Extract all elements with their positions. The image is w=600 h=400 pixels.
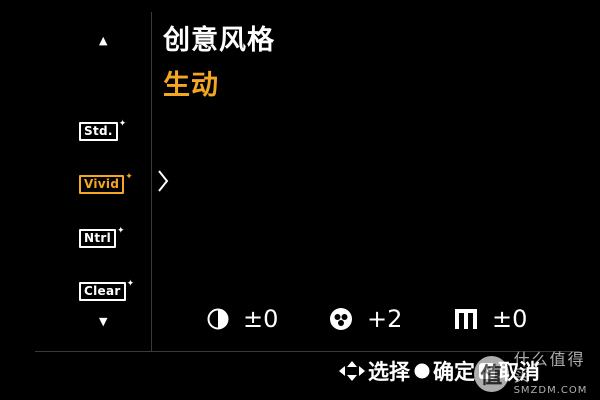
select-label: 选择 xyxy=(368,360,410,384)
style-option-ntrl[interactable]: Ntrl ✦ xyxy=(79,226,125,248)
watermark-en: SMZDM.COM xyxy=(513,385,588,396)
sharpness-param[interactable]: ±0 xyxy=(454,305,527,333)
selected-style-name: 生动 xyxy=(163,70,219,101)
chevron-right-icon[interactable] xyxy=(156,168,170,198)
saturation-icon xyxy=(329,307,353,331)
sharpness-icon xyxy=(454,308,478,330)
sparkle-icon: ✦ xyxy=(125,172,133,182)
dpad-arrows-icon xyxy=(338,360,368,382)
contrast-param[interactable]: ±0 xyxy=(207,305,278,333)
style-option-std[interactable]: Std. ✦ xyxy=(79,119,127,141)
vertical-divider xyxy=(151,12,152,352)
select-hint[interactable]: 选择 xyxy=(338,356,410,386)
style-label: Std. xyxy=(79,121,118,141)
sparkle-icon: ✦ xyxy=(126,279,135,289)
watermark-logo: 值 xyxy=(474,356,509,392)
saturation-value: +2 xyxy=(367,305,403,333)
sparkle-icon: ✦ xyxy=(117,226,125,236)
saturation-param[interactable]: +2 xyxy=(329,305,402,333)
scroll-up-arrow-icon[interactable]: ▲ xyxy=(99,35,107,46)
sharpness-value: ±0 xyxy=(492,305,528,333)
style-label: Ntrl xyxy=(79,228,117,248)
style-option-clear[interactable]: Clear ✦ xyxy=(79,279,135,301)
camera-menu-screen: ▲ Std. ✦ Vivid ✦ Ntrl ✦ Clear ✦ ▼ 创意风格 生… xyxy=(0,0,600,400)
confirm-hint[interactable]: 确定 xyxy=(413,356,475,386)
style-label: Clear xyxy=(79,281,126,301)
contrast-value: ±0 xyxy=(243,305,279,333)
style-option-vivid[interactable]: Vivid ✦ xyxy=(79,172,133,194)
center-button-icon xyxy=(413,362,433,380)
scroll-down-arrow-icon[interactable]: ▼ xyxy=(99,316,107,327)
watermark-cn: 什么值得买 xyxy=(513,350,586,385)
site-watermark: 值 什么值得买 SMZDM.COM xyxy=(474,352,600,396)
confirm-label: 确定 xyxy=(433,360,475,384)
contrast-icon xyxy=(207,308,229,330)
style-label: Vivid xyxy=(79,174,125,194)
sparkle-icon: ✦ xyxy=(118,119,127,129)
page-title: 创意风格 xyxy=(163,25,275,56)
